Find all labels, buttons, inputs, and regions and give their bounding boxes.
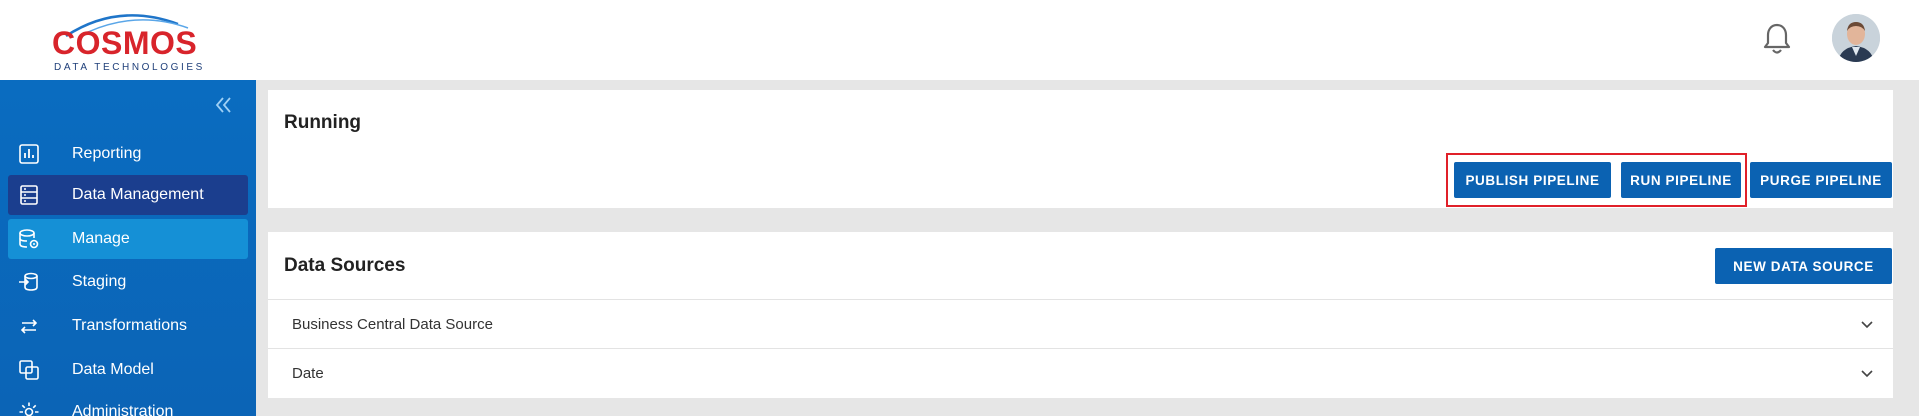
sidebar-item-reporting[interactable]: Reporting bbox=[8, 134, 248, 174]
list-item[interactable]: Date bbox=[268, 348, 1893, 397]
sidebar-item-label: Staging bbox=[72, 273, 127, 290]
database-gear-icon bbox=[18, 228, 40, 250]
gear-icon bbox=[18, 401, 40, 416]
sidebar-item-transformations[interactable]: Transformations bbox=[8, 306, 248, 346]
sidebar-item-data-model[interactable]: Data Model bbox=[8, 350, 248, 390]
chart-icon bbox=[18, 143, 40, 165]
sidebar-item-label: Reporting bbox=[72, 145, 142, 162]
logo-tagline: DATA TECHNOLOGIES bbox=[54, 62, 205, 73]
top-bar: COSMOS DATA TECHNOLOGIES bbox=[0, 0, 1919, 80]
sidebar: Reporting Data Management Manage Staging… bbox=[0, 80, 256, 416]
panel-title: Running bbox=[284, 112, 362, 133]
publish-pipeline-button[interactable]: PUBLISH PIPELINE bbox=[1454, 162, 1611, 198]
panel-title: Data Sources bbox=[284, 255, 406, 276]
server-icon bbox=[18, 184, 40, 206]
list-item-label: Date bbox=[292, 365, 324, 382]
cosmos-logo[interactable]: COSMOS DATA TECHNOLOGIES bbox=[48, 6, 218, 73]
chevron-down-icon[interactable] bbox=[1859, 365, 1875, 381]
sidebar-item-staging[interactable]: Staging bbox=[8, 262, 248, 302]
database-import-icon bbox=[18, 271, 40, 293]
chevron-down-icon[interactable] bbox=[1859, 316, 1875, 332]
sidebar-item-administration[interactable]: Administration bbox=[8, 392, 248, 416]
sidebar-item-label: Data Management bbox=[72, 186, 204, 203]
data-sources-panel: Data Sources NEW DATA SOURCE Business Ce… bbox=[268, 232, 1893, 398]
run-pipeline-button[interactable]: RUN PIPELINE bbox=[1621, 162, 1741, 198]
sidebar-item-data-management[interactable]: Data Management bbox=[8, 175, 248, 215]
purge-pipeline-button[interactable]: PURGE PIPELINE bbox=[1750, 162, 1892, 198]
logo-wordmark: COSMOS bbox=[52, 25, 198, 61]
bell-icon[interactable] bbox=[1762, 22, 1792, 56]
sidebar-item-label: Manage bbox=[72, 230, 130, 247]
new-data-source-button[interactable]: NEW DATA SOURCE bbox=[1715, 248, 1892, 284]
sidebar-item-label: Data Model bbox=[72, 361, 154, 378]
sidebar-item-manage[interactable]: Manage bbox=[8, 219, 248, 259]
list-item-label: Business Central Data Source bbox=[292, 316, 493, 333]
list-item[interactable]: Business Central Data Source bbox=[268, 299, 1893, 348]
double-chevron-left-icon[interactable] bbox=[212, 94, 234, 116]
swap-arrows-icon bbox=[18, 315, 40, 337]
sidebar-item-label: Transformations bbox=[72, 317, 187, 334]
layers-icon bbox=[18, 359, 40, 381]
user-avatar[interactable] bbox=[1832, 14, 1880, 62]
sidebar-item-label: Administration bbox=[72, 403, 174, 416]
